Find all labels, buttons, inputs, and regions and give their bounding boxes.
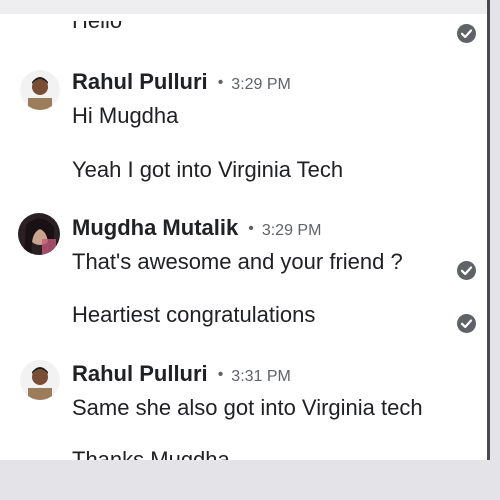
sender-name[interactable]: Rahul Pulluri: [72, 69, 208, 94]
message-text[interactable]: That's awesome and your friend ?: [72, 249, 403, 275]
separator: •: [217, 366, 224, 383]
scroll-edge: [487, 0, 490, 460]
check-circle-icon: [457, 261, 476, 280]
timestamp: 3:29 PM: [261, 222, 322, 239]
timestamp: 3:31 PM: [231, 368, 291, 385]
check-circle-icon: [457, 24, 476, 43]
chat-thread: Hello Rahul Pulluri • 3:29 PM Hi Mugdha Ye…: [0, 0, 490, 460]
top-fade: [0, 0, 490, 14]
avatar-mugdha[interactable]: [18, 213, 60, 255]
bottom-bar: [0, 460, 500, 500]
message-text[interactable]: Same she also got into Virginia tech: [72, 395, 423, 421]
message-text[interactable]: Hi Mugdha: [72, 103, 178, 129]
message-text[interactable]: Yeah I got into Virginia Tech: [72, 157, 343, 183]
message-header: Rahul Pulluri • 3:29 PM: [72, 69, 291, 95]
sender-name[interactable]: Rahul Pulluri: [72, 361, 208, 386]
timestamp: 3:29 PM: [231, 76, 291, 93]
message-header: Rahul Pulluri • 3:31 PM: [72, 361, 291, 387]
check-circle-icon: [457, 314, 476, 333]
sender-name[interactable]: Mugdha Mutalik: [72, 215, 238, 240]
separator: •: [217, 74, 224, 91]
avatar-rahul[interactable]: [20, 70, 60, 110]
avatar-rahul[interactable]: [20, 360, 60, 400]
separator: •: [248, 220, 254, 237]
message-header: Mugdha Mutalik • 3:29 PM: [72, 215, 321, 241]
message-text-partial[interactable]: Thanks Mugdha: [72, 447, 230, 460]
message-text[interactable]: Heartiest congratulations: [72, 302, 315, 328]
